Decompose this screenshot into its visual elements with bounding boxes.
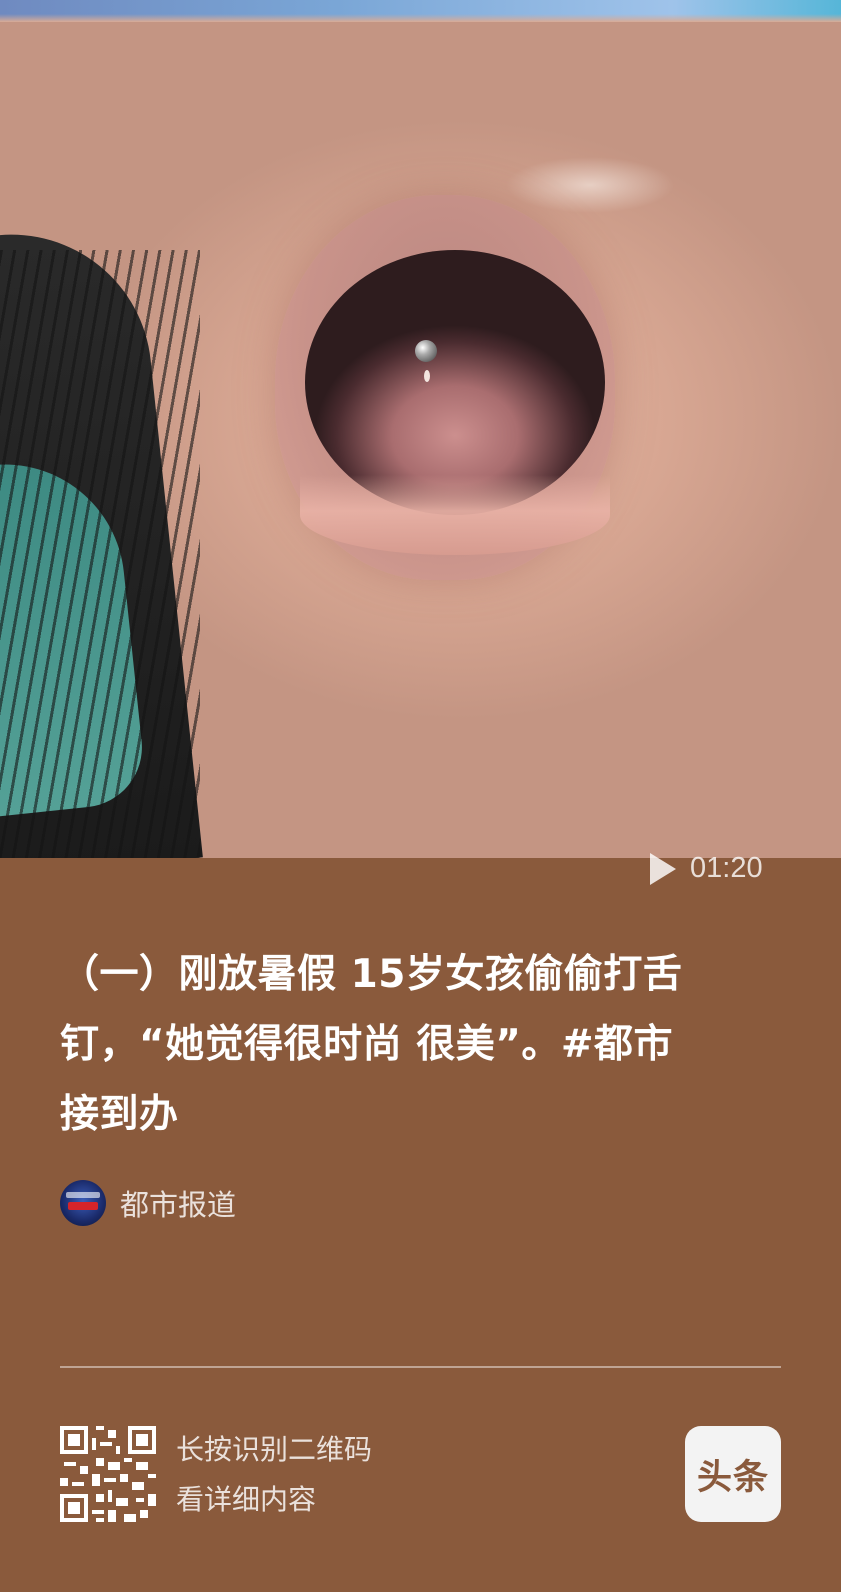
post-title-line-2: 钉，“她觉得很时尚 很美”。#都市: [60, 1022, 674, 1067]
play-icon[interactable]: [650, 852, 676, 885]
author-name: 都市报道: [120, 1188, 237, 1222]
duration-label: 01:20: [690, 852, 763, 884]
post-title: （一）刚放暑假 15岁女孩偷偷打舌 钉，“她觉得很时尚 很美”。#都市 接到办: [60, 940, 780, 1150]
tongue-stud-highlight: [424, 370, 430, 382]
post-title-line-1: （一）刚放暑假 15岁女孩偷偷打舌: [60, 952, 683, 997]
post-title-line-3: 接到办: [60, 1092, 179, 1137]
toutiao-logo-text: 头条: [696, 1457, 769, 1498]
qr-hint-line-1: 长按识别二维码: [176, 1433, 373, 1466]
avatar: [60, 1180, 106, 1226]
author[interactable]: 都市报道: [60, 1180, 236, 1226]
tongue-stud: [415, 340, 437, 362]
thumbnail-top-strip: [0, 0, 841, 22]
qr-hint-line-2: 看详细内容: [176, 1483, 317, 1516]
video-duration[interactable]: 01:20: [650, 852, 763, 885]
qr-code-icon[interactable]: [60, 1426, 156, 1522]
lower-lip-shape: [300, 475, 610, 555]
video-thumbnail[interactable]: [0, 0, 841, 858]
qr-hint: 长按识别二维码 看详细内容: [176, 1425, 372, 1525]
divider: [60, 1366, 781, 1368]
toutiao-logo[interactable]: 头条: [685, 1426, 781, 1522]
hair-strands: [0, 250, 200, 858]
